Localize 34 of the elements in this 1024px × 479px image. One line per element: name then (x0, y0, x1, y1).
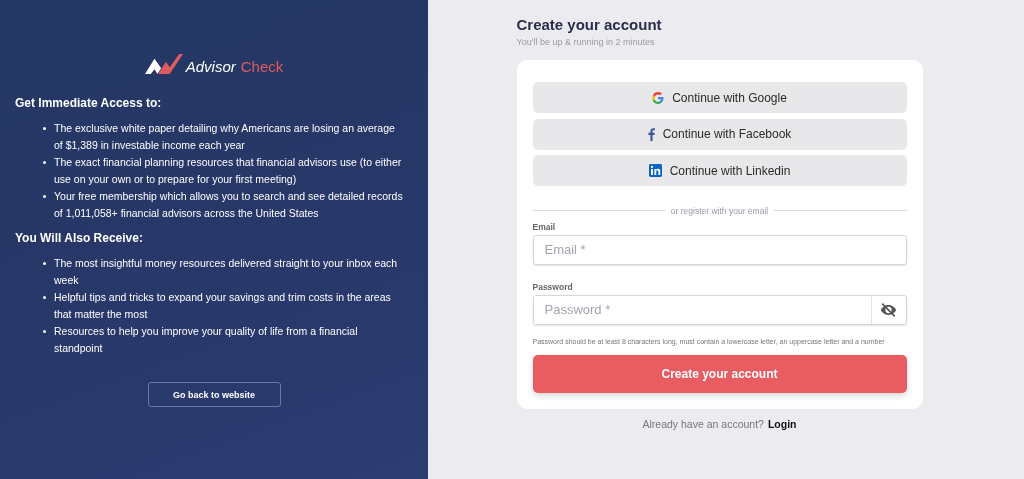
form-subtitle: You'll be up & running in 2 minutes (516, 37, 656, 47)
benefit-text: The exact financial planning resources that financial advisors use (to either use on your own or to prepare for your first meeting) (54, 155, 403, 187)
bullet-icon (43, 161, 46, 164)
social-login-button[interactable]: Continue with Google (532, 82, 907, 113)
benefit-text: Helpful tips and tricks to expand your savings and trim costs in the areas that matter the most (54, 290, 392, 322)
benefit-text: Resources to help you improve your quality of life from a financial standpoint (54, 324, 359, 356)
divider-text: or register with your email (670, 205, 769, 216)
benefit-text: The exclusive white paper detailing why Americans are losing an average of $1,389 in investable income each year (54, 121, 396, 153)
field-label: Password (532, 281, 574, 292)
benefit-text: The most insightful money resources delivered straight to your inbox each week (54, 256, 399, 288)
brand-name: Check (240, 58, 284, 75)
bullet-icon (43, 296, 46, 299)
section-heading: You Will Also Receive: (15, 231, 144, 245)
linkedin-icon (648, 164, 662, 177)
bullet-icon (43, 195, 46, 198)
facebook-icon (647, 127, 655, 141)
section-heading: Get Immediate Access to: (15, 96, 163, 110)
logo-icon (144, 54, 183, 75)
bullet-icon (43, 330, 46, 333)
social-login-button[interactable]: Continue with Linkedin (532, 155, 907, 186)
login-link[interactable]: Login (767, 418, 797, 430)
hidden-eye-icon[interactable] (880, 302, 897, 317)
field-label: Email (532, 221, 557, 232)
email-field[interactable]: Email * (532, 234, 907, 265)
brand-name: Advisor (185, 58, 236, 75)
password-field[interactable]: Password * (532, 294, 907, 325)
bullet-icon (43, 262, 46, 265)
google-icon (652, 91, 665, 104)
benefit-text: Your free membership which allows you to search and see detailed records of 1,011,058+ financial advisors across the United States (54, 189, 403, 221)
login-prompt: Already have an account? (642, 418, 764, 430)
social-login-button[interactable]: Continue with Facebook (532, 118, 907, 150)
form-title: Create your account (516, 16, 663, 33)
back-to-website-button[interactable]: Go back to website (147, 382, 281, 407)
bullet-icon (43, 127, 46, 130)
